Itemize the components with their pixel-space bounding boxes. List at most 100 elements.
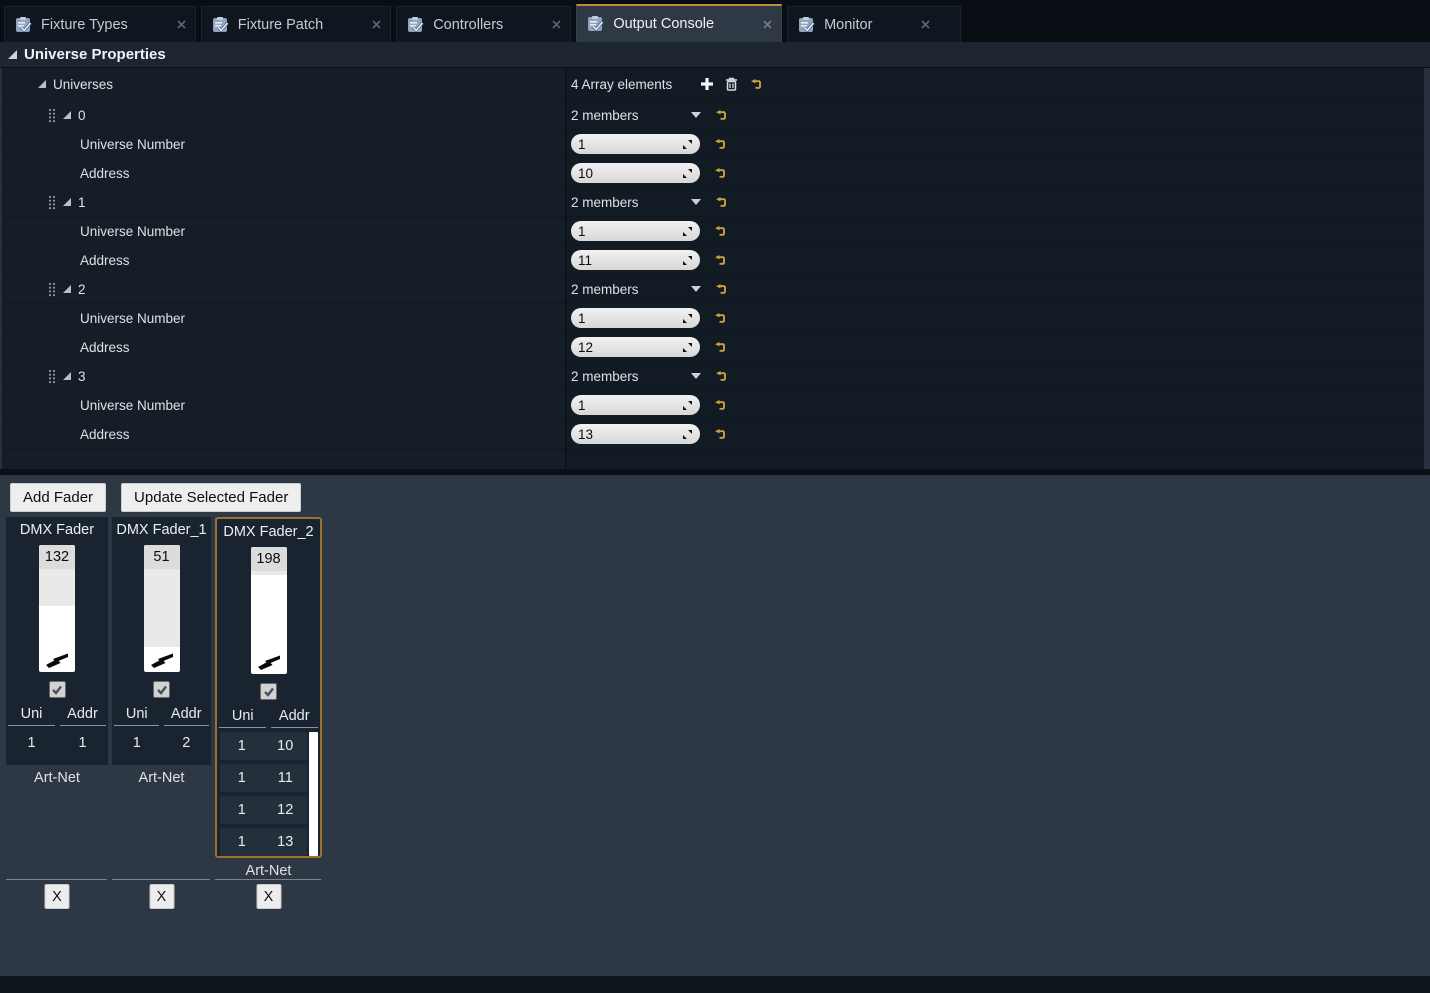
reset-to-default-icon[interactable] [711,165,727,181]
fader-value: 132 [39,545,75,569]
reset-to-default-icon[interactable] [711,339,727,355]
address-input[interactable]: 11 [571,250,700,270]
property-label: Address [80,427,130,442]
fader-column: DMX Fader 132 Uni Addr 1 1 [6,517,108,977]
universe-properties-header[interactable]: Universe Properties [0,42,1430,68]
addr-value: 2 [162,735,212,751]
remove-fader-button[interactable]: X [45,884,70,909]
bottom-status-strip [0,976,1430,993]
drag-handle-icon[interactable] [48,282,56,297]
universe-number-input[interactable]: 1 [571,134,700,154]
tab-close-icon[interactable] [762,19,773,30]
property-row: Address 12 [2,333,1430,362]
chevron-down-icon[interactable] [691,373,701,379]
fader-handle-icon[interactable] [256,655,282,670]
member-summary: 2 members [571,369,691,384]
fader-panel[interactable]: DMX Fader_2 198 Uni Addr 1 [215,517,322,858]
patch-row[interactable]: 1 10 [220,732,307,760]
fader-divider [112,879,210,880]
fader-handle-icon[interactable] [149,653,175,668]
fader-handle-icon[interactable] [44,653,70,668]
tab-close-icon[interactable] [920,19,931,30]
patch-list-scrollbar[interactable] [309,732,318,856]
update-selected-fader-button[interactable]: Update Selected Fader [121,483,301,512]
universe-number-input[interactable]: 1 [571,308,700,328]
tab-output-console[interactable]: Output Console [576,4,782,42]
tab-fixture-patch[interactable]: Fixture Patch [201,6,391,42]
remove-fader-button[interactable]: X [149,884,174,909]
property-label: Universe Number [80,137,185,152]
fader-track[interactable]: 51 [144,545,180,672]
properties-scrollbar[interactable] [1424,68,1430,469]
tab-close-icon[interactable] [176,19,187,30]
fader-value: 198 [251,547,287,571]
address-input[interactable]: 13 [571,424,700,444]
remove-fader-button[interactable]: X [256,884,281,909]
universe-element-row: 0 2 members [2,101,1430,130]
expander-icon[interactable] [63,285,71,293]
fader-track[interactable]: 198 [251,547,287,674]
tab-controllers[interactable]: Controllers [396,6,571,42]
fader-enabled-checkbox[interactable] [49,681,66,698]
input-value: 10 [578,166,682,181]
property-row: Address 11 [2,246,1430,275]
add-element-icon[interactable] [699,76,715,92]
reset-to-default-icon[interactable] [712,368,728,384]
reset-to-default-icon[interactable] [747,76,763,92]
fader-track[interactable]: 132 [39,545,75,672]
section-title: Universe Properties [24,46,166,63]
spinbox-drag-icon [682,429,693,440]
empty-array-icon[interactable] [723,76,739,92]
expander-icon[interactable] [63,111,71,119]
fader-enabled-checkbox[interactable] [153,681,170,698]
patch-row[interactable]: 1 12 [220,796,307,824]
reset-to-default-icon[interactable] [711,252,727,268]
address-input[interactable]: 10 [571,163,700,183]
reset-to-default-icon[interactable] [711,223,727,239]
chevron-down-icon[interactable] [691,286,701,292]
input-value: 1 [578,311,682,326]
universe-number-input[interactable]: 1 [571,395,700,415]
patch-row[interactable]: 1 2 [112,735,211,751]
reset-to-default-icon[interactable] [712,107,728,123]
universes-array-row: Universes 4 Array elements [2,68,1430,101]
reset-to-default-icon[interactable] [712,281,728,297]
fader-panel[interactable]: DMX Fader_1 51 Uni Addr 1 2 [112,517,211,765]
add-fader-button[interactable]: Add Fader [10,483,106,512]
expander-icon[interactable] [63,198,71,206]
addr-value: 11 [264,770,308,786]
patch-row[interactable]: 1 1 [6,735,108,751]
fader-enabled-checkbox[interactable] [260,683,277,700]
reset-to-default-icon[interactable] [711,426,727,442]
patch-list: 1 10 1 11 1 12 1 13 [217,732,320,856]
expander-icon[interactable] [38,80,46,88]
address-input[interactable]: 12 [571,337,700,357]
element-index: 3 [78,369,86,384]
tab-fixture-types[interactable]: Fixture Types [4,6,196,42]
drag-handle-icon[interactable] [48,108,56,123]
spinbox-drag-icon [682,342,693,353]
drag-handle-icon[interactable] [48,195,56,210]
reset-to-default-icon[interactable] [711,310,727,326]
element-index: 2 [78,282,86,297]
drag-handle-icon[interactable] [48,369,56,384]
addr-value: 10 [264,738,308,754]
tab-close-icon[interactable] [371,19,382,30]
uni-value: 1 [220,802,264,818]
reset-to-default-icon[interactable] [712,194,728,210]
universe-number-input[interactable]: 1 [571,221,700,241]
expander-icon[interactable] [8,50,17,59]
patch-row[interactable]: 1 13 [220,828,307,856]
chevron-down-icon[interactable] [691,112,701,118]
tab-monitor[interactable]: Monitor [787,6,961,42]
tab-label: Fixture Patch [238,17,323,33]
property-label: Address [80,253,130,268]
member-summary: 2 members [571,195,691,210]
patch-row[interactable]: 1 11 [220,764,307,792]
chevron-down-icon[interactable] [691,199,701,205]
expander-icon[interactable] [63,372,71,380]
fader-panel[interactable]: DMX Fader 132 Uni Addr 1 1 [6,517,108,765]
reset-to-default-icon[interactable] [711,397,727,413]
tab-close-icon[interactable] [551,19,562,30]
reset-to-default-icon[interactable] [711,136,727,152]
